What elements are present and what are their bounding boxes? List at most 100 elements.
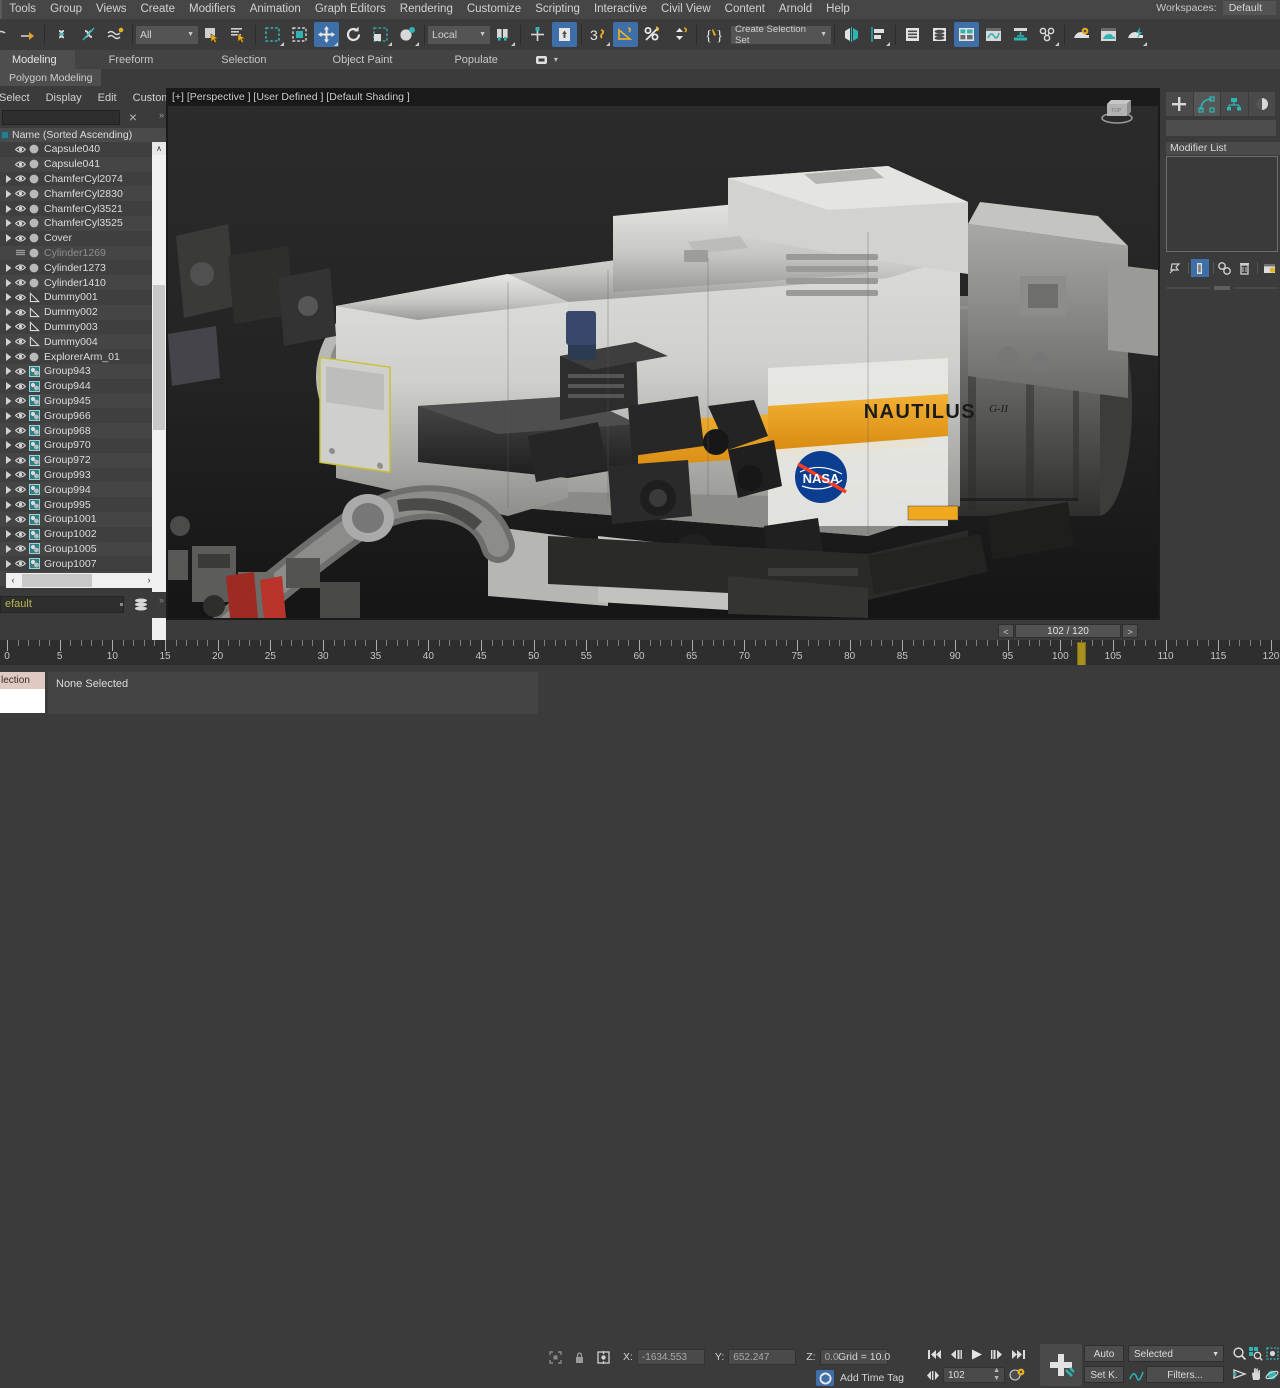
select-all-checkbox[interactable]: [1, 131, 9, 139]
expand-triangle-icon[interactable]: [6, 512, 14, 526]
hidden-layers-icon[interactable]: [14, 246, 27, 260]
undo-icon[interactable]: [0, 22, 13, 47]
expand-triangle-icon[interactable]: [6, 483, 14, 497]
redo-icon[interactable]: [15, 22, 40, 47]
explorer-row[interactable]: ChamferCyl3525: [0, 215, 152, 231]
layer-manager-icon[interactable]: [130, 596, 152, 614]
ribbon-tab-freeform[interactable]: Freeform: [75, 50, 188, 69]
make-unique-icon[interactable]: [1216, 259, 1234, 277]
visibility-eye-icon[interactable]: [14, 231, 27, 245]
mirror-icon[interactable]: [839, 22, 864, 47]
explorer-row[interactable]: Group993: [0, 467, 152, 483]
expand-triangle-icon[interactable]: [6, 379, 14, 393]
explorer-menu-display[interactable]: Display: [38, 92, 90, 104]
ribbon-subtab-polygon-modeling[interactable]: Polygon Modeling: [0, 69, 102, 86]
visibility-eye-icon[interactable]: [14, 261, 27, 275]
explorer-row[interactable]: Dummy001: [0, 289, 152, 305]
scroll-left-icon[interactable]: ‹: [6, 573, 20, 588]
expand-triangle-icon[interactable]: [6, 172, 14, 186]
hierarchy-tab[interactable]: [1221, 92, 1248, 116]
visibility-eye-icon[interactable]: [14, 187, 27, 201]
visibility-eye-icon[interactable]: [14, 157, 27, 171]
auto-key-button[interactable]: Auto: [1084, 1345, 1124, 1362]
workspaces-selector[interactable]: Workspaces: Default: [1156, 1, 1276, 15]
explorer-row[interactable]: Group943: [0, 363, 152, 379]
time-tag-icon[interactable]: [816, 1370, 834, 1386]
create-tab[interactable]: [1166, 92, 1193, 116]
clear-search-icon[interactable]: ×: [124, 109, 142, 126]
visibility-eye-icon[interactable]: [14, 394, 27, 408]
explorer-column-header[interactable]: Name (Sorted Ascending): [0, 128, 166, 142]
y-field[interactable]: 652.247: [728, 1349, 797, 1365]
select-and-move-icon[interactable]: [314, 22, 339, 47]
play-animation-button[interactable]: [967, 1345, 986, 1363]
expand-triangle-icon[interactable]: [6, 305, 14, 319]
explorer-row[interactable]: Cover: [0, 230, 152, 246]
visibility-eye-icon[interactable]: [14, 512, 27, 526]
explorer-row[interactable]: Cylinder1269: [0, 245, 152, 261]
visibility-eye-icon[interactable]: [14, 527, 27, 541]
menu-item-group[interactable]: Group: [43, 0, 89, 19]
x-field[interactable]: -1634.553: [636, 1349, 705, 1365]
ribbon-tab-selection[interactable]: Selection: [187, 50, 300, 69]
expand-triangle-icon[interactable]: [6, 542, 14, 556]
angle-snap-toggle-icon[interactable]: [613, 22, 638, 47]
curve-editor-icon[interactable]: [981, 22, 1006, 47]
modify-tab[interactable]: [1193, 92, 1220, 116]
next-frame-button[interactable]: [988, 1345, 1007, 1363]
time-configuration-icon[interactable]: [1008, 1366, 1025, 1384]
viewcube-icon[interactable]: TOP: [1096, 94, 1138, 128]
visibility-eye-icon[interactable]: [14, 409, 27, 423]
explorer-horizontal-scrollbar[interactable]: ‹ ›: [6, 573, 156, 588]
zoom-icon[interactable]: [1232, 1344, 1247, 1363]
expand-triangle-icon[interactable]: [6, 290, 14, 304]
select-and-scale-icon[interactable]: [368, 22, 393, 47]
expand-triangle-icon[interactable]: [6, 394, 14, 408]
visibility-eye-icon[interactable]: [14, 202, 27, 216]
explorer-row-list[interactable]: Capsule040 Capsule041 ChamferCyl2074 Chamfe…: [0, 142, 152, 668]
ribbon-minimize-icon[interactable]: ▾: [528, 50, 566, 69]
visibility-eye-icon[interactable]: [14, 379, 27, 393]
next-frame-button[interactable]: >: [1122, 623, 1138, 638]
render-production-icon[interactable]: [1123, 22, 1148, 47]
visibility-eye-icon[interactable]: [14, 468, 27, 482]
visibility-eye-icon[interactable]: [14, 424, 27, 438]
pan-view-icon[interactable]: [1248, 1365, 1263, 1384]
zoom-extents-icon[interactable]: [1265, 1344, 1280, 1363]
frame-counter[interactable]: 102 / 120: [1015, 623, 1121, 638]
modifier-stack-list[interactable]: [1166, 156, 1278, 252]
selection-box-body[interactable]: [0, 689, 45, 713]
visibility-eye-icon[interactable]: [14, 557, 27, 571]
explorer-row[interactable]: Dummy003: [0, 319, 152, 335]
key-filters-button[interactable]: Filters...: [1146, 1366, 1224, 1383]
absolute-relative-toggle-icon[interactable]: [593, 1348, 613, 1366]
expand-triangle-icon[interactable]: [6, 350, 14, 364]
use-pivot-point-center-icon[interactable]: [491, 22, 516, 47]
scene-explorer-icon[interactable]: [927, 22, 952, 47]
explorer-row[interactable]: Group944: [0, 378, 152, 394]
visibility-eye-icon[interactable]: [14, 498, 27, 512]
selection-lock-box[interactable]: lection: [0, 672, 45, 714]
visibility-eye-icon[interactable]: [14, 172, 27, 186]
show-end-result-icon[interactable]: [1190, 259, 1209, 277]
explorer-row[interactable]: Cylinder1273: [0, 260, 152, 276]
create-selection-set-combo[interactable]: Create Selection Set ▼: [731, 24, 831, 46]
explorer-row[interactable]: Group970: [0, 437, 152, 453]
visibility-eye-icon[interactable]: [14, 276, 27, 290]
object-name-field[interactable]: [1166, 120, 1276, 136]
previous-frame-button[interactable]: [946, 1345, 965, 1363]
layer-explorer-icon[interactable]: [900, 22, 925, 47]
menu-item-animation[interactable]: Animation: [243, 0, 308, 19]
expand-triangle-icon[interactable]: [6, 231, 14, 245]
selection-filter-combo[interactable]: All ▼: [136, 25, 198, 44]
explorer-menu-select[interactable]: Select: [0, 92, 38, 104]
explorer-row[interactable]: ChamferCyl3521: [0, 201, 152, 216]
menu-item-create[interactable]: Create: [134, 0, 183, 19]
explorer-row[interactable]: Group945: [0, 393, 152, 409]
configure-modifier-sets-icon[interactable]: [1260, 259, 1278, 277]
expand-triangle-icon[interactable]: [6, 527, 14, 541]
expand-chevron-icon[interactable]: »: [159, 595, 164, 605]
toggle-ribbon-icon[interactable]: [954, 22, 979, 47]
key-mode-toggle-icon[interactable]: [925, 1366, 940, 1384]
prev-frame-button[interactable]: <: [998, 623, 1014, 638]
